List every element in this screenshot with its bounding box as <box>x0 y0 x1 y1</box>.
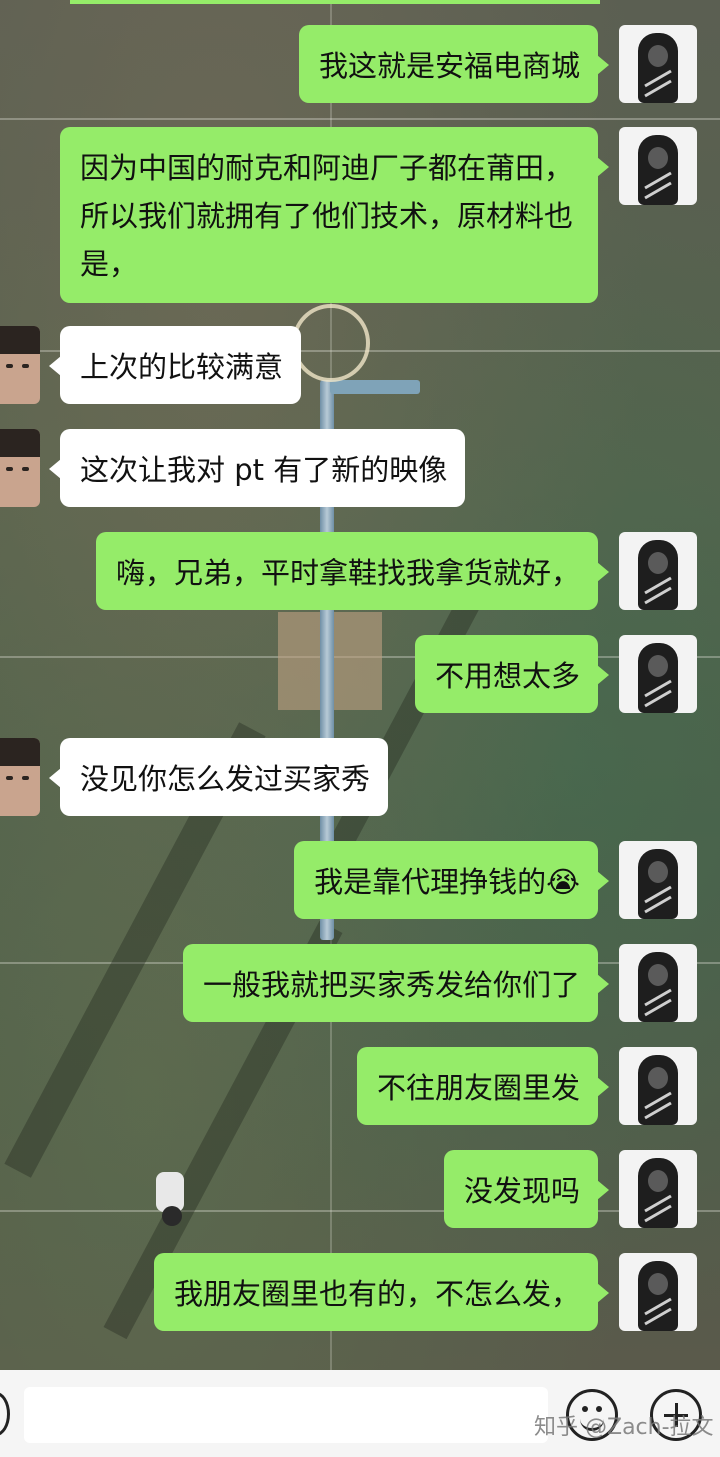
message-bubble-incoming[interactable]: 上次的比较满意 <box>48 326 302 404</box>
message-bubble-outgoing[interactable]: 一般我就把买家秀发给你们了 <box>182 944 610 1022</box>
my-avatar[interactable] <box>619 25 697 103</box>
message-bubble-outgoing[interactable]: 因为中国的耐克和阿迪厂子都在莆田，所以我们就拥有了他们技术，原材料也是， <box>60 127 609 303</box>
my-avatar[interactable] <box>619 532 697 610</box>
message-bubble-outgoing[interactable]: 我这就是安福电商城 <box>298 25 610 103</box>
message-bubble-outgoing[interactable]: 我是靠代理挣钱的😭 <box>294 841 609 919</box>
message-input[interactable] <box>24 1387 548 1443</box>
previous-message-edge <box>70 0 600 4</box>
my-avatar[interactable] <box>619 1150 697 1228</box>
contact-avatar[interactable] <box>0 429 40 507</box>
contact-avatar[interactable] <box>0 738 40 816</box>
message-bubble-incoming[interactable]: 这次让我对 pt 有了新的映像 <box>48 429 466 507</box>
message-bubble-outgoing[interactable]: 我朋友圈里也有的，不怎么发， <box>153 1253 610 1331</box>
message-bubble-outgoing[interactable]: 不往朋友圈里发 <box>356 1047 610 1125</box>
my-avatar[interactable] <box>619 1047 697 1125</box>
message-bubble-outgoing[interactable]: 嗨，兄弟，平时拿鞋找我拿货就好， <box>95 532 610 610</box>
message-bubble-incoming[interactable]: 没见你怎么发过买家秀 <box>48 738 389 816</box>
my-avatar[interactable] <box>619 127 697 205</box>
message-bubble-outgoing[interactable]: 没发现吗 <box>443 1150 610 1228</box>
my-avatar[interactable] <box>619 1253 697 1331</box>
my-avatar[interactable] <box>619 841 697 919</box>
contact-avatar[interactable] <box>0 326 40 404</box>
voice-icon[interactable] <box>0 1392 10 1436</box>
watermark: 知乎 @Zach-拉文 <box>534 1415 714 1440</box>
message-bubble-outgoing[interactable]: 不用想太多 <box>414 635 610 713</box>
my-avatar[interactable] <box>619 944 697 1022</box>
my-avatar[interactable] <box>619 635 697 713</box>
